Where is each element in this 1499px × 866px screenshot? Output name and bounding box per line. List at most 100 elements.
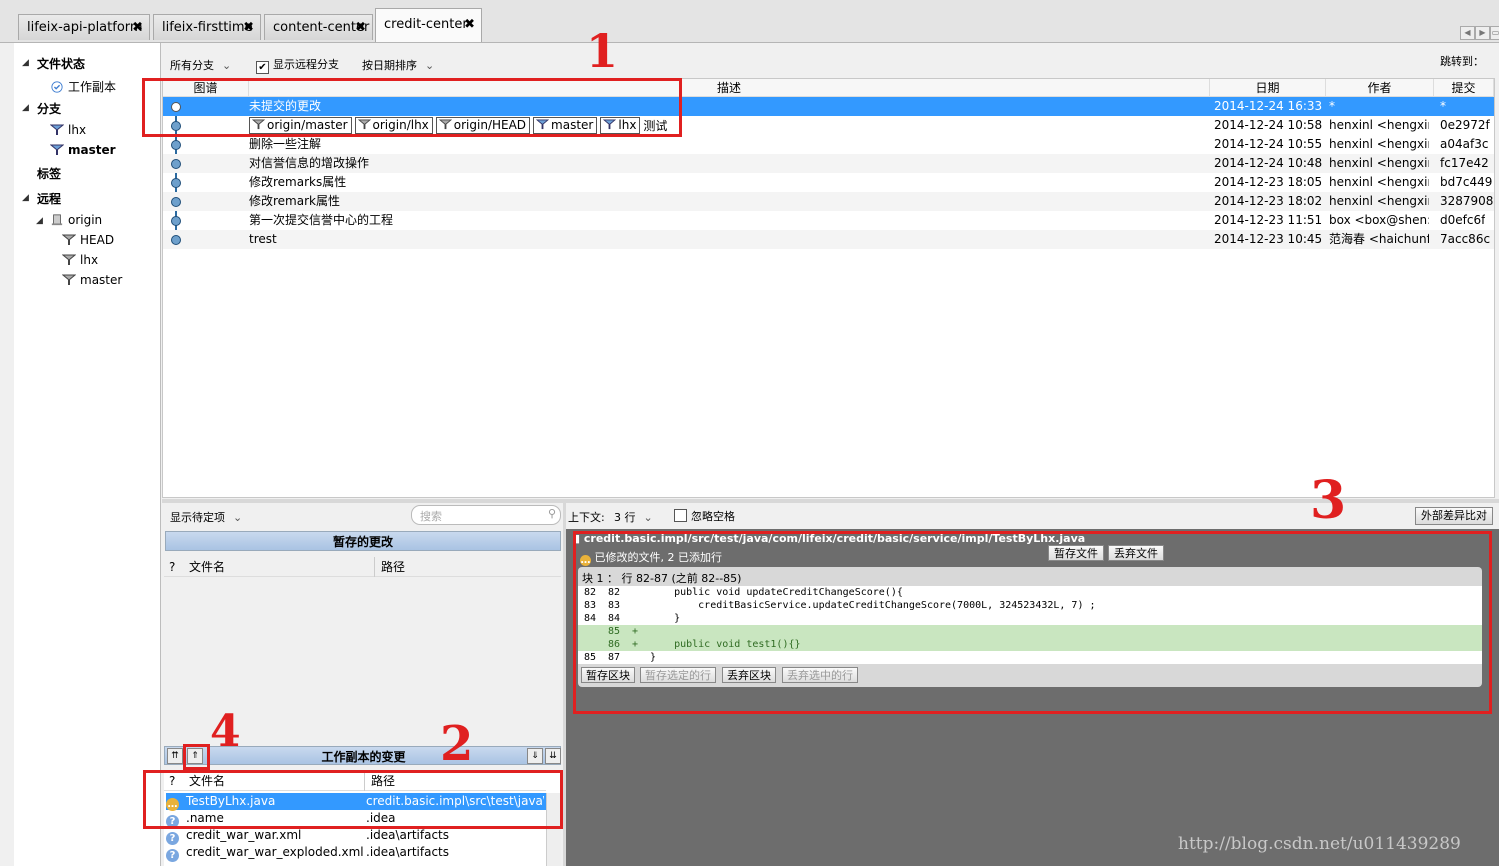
commit-hash: fc17e42 [1440,156,1489,170]
close-icon[interactable]: ✖ [464,9,475,41]
expand-icon[interactable]: ◢ [22,193,29,203]
column-header-date[interactable]: 日期 [1210,79,1326,97]
branch-icon [50,144,64,155]
tab-bar: lifeix-api-platform ✖ lifeix-firsttime ✖ c… [0,0,1499,43]
commit-date: 2014-12-24 10:58 [1214,118,1323,132]
commit-author: box <box@shen: [1329,213,1429,227]
commit-date: 2014-12-24 10:48 [1214,156,1323,170]
file-row[interactable]: ? credit_war_war.xml .idea\artifacts [166,827,546,845]
ignore-whitespace-checkbox[interactable]: 忽略空格 [674,508,735,524]
jump-to-label[interactable]: 跳转到： [1440,53,1484,69]
expand-icon[interactable]: ◢ [36,216,43,226]
checkbox-label: 忽略空格 [691,510,735,523]
external-diff-button[interactable]: 外部差异比对 [1415,507,1493,525]
annotation-box-4 [183,744,210,770]
remote-branch-icon [62,254,76,265]
checkbox-checked-icon: ✔ [256,61,269,74]
search-placeholder: 搜索 [420,510,442,523]
sidebar: ◢ 文件状态 工作副本 ◢ 分支 lhx master 标签 ◢ 远程 ◢ or… [14,43,161,866]
column-header-commit[interactable]: 提交 [1434,79,1494,97]
log-toolbar: 所有分支 ✔ 显示远程分支 按日期排序 跳转到： [162,52,1499,76]
column-header-author[interactable]: 作者 [1326,79,1434,97]
close-icon[interactable]: ✖ [132,15,143,41]
sidebar-item-remote-master[interactable]: master [62,273,122,287]
commit-hash: * [1440,99,1446,113]
expand-icon[interactable]: ◢ [22,58,29,68]
tab-credit-center[interactable]: credit-center ✖ [375,8,482,42]
close-icon[interactable]: ✖ [243,15,254,41]
tab-lifeix-api-platform[interactable]: lifeix-api-platform ✖ [18,14,150,40]
branch-filter-dropdown[interactable]: 所有分支 [170,57,231,73]
column-header-status[interactable]: ? [169,557,175,577]
sidebar-file-status[interactable]: 文件状态 [37,55,85,72]
file-name: credit_war_war.xml [186,828,302,842]
commit-author: * [1329,99,1335,113]
untracked-file-icon: ? [166,849,179,862]
sidebar-item-remote-head[interactable]: HEAD [62,233,114,247]
diff-toolbar: 上下文: 3 行 忽略空格 外部差异比对 [566,503,1499,529]
expand-icon[interactable]: ◢ [22,103,29,113]
staged-list-header: ? 文件名 路径 [164,557,561,577]
commit-description: 第一次提交信誉中心的工程 [249,213,394,227]
commit-description: trest [249,232,277,246]
sidebar-item-label: 工作副本 [68,80,117,94]
staged-changes-header: 暂存的更改 [165,531,561,551]
file-row[interactable]: ? credit_war_war_exploded.xml .idea\arti… [166,844,546,862]
show-remote-checkbox[interactable]: ✔ 显示远程分支 [256,56,339,74]
file-path: .idea\artifacts [366,828,450,842]
commit-description: 对信誉信息的增改操作 [249,156,370,170]
unstage-selected-icon[interactable]: ⇓ [527,748,543,764]
unstage-all-icon[interactable]: ⇊ [545,748,561,764]
context-dropdown[interactable]: 3 行 [614,509,653,525]
checkbox-label: 显示远程分支 [273,58,339,71]
checkbox-unchecked-icon [674,509,687,522]
sidebar-item-working-copy[interactable]: 工作副本 [50,78,116,95]
branch-icon [50,124,64,135]
sidebar-item-origin[interactable]: origin [50,213,102,227]
commit-date: 2014-12-24 16:33 [1214,99,1323,113]
sidebar-tags[interactable]: 标签 [37,165,61,182]
sidebar-branches[interactable]: 分支 [37,100,61,117]
annotation-number-3: 3 [1310,470,1347,531]
annotation-number-2: 2 [440,716,474,772]
sort-dropdown[interactable]: 按日期排序 [362,57,434,73]
commit-row[interactable]: 删除一些注解 2014-12-24 10:55 henxinl <hengxin… [163,135,1494,154]
sidebar-item-branch-master[interactable]: master [50,143,116,157]
file-name: credit_war_war_exploded.xml [186,845,364,859]
search-input[interactable]: 搜索 ⚲ [411,505,561,525]
commit-description: 修改remarks属性 [249,175,347,189]
commit-date: 2014-12-23 11:51 [1214,213,1323,227]
commit-row[interactable]: 对信誉信息的增改操作 2014-12-24 10:48 henxinl <hen… [163,154,1494,173]
commit-row[interactable]: 修改remark属性 2014-12-23 18:02 henxinl <hen… [163,192,1494,211]
commit-description: 修改remark属性 [249,194,340,208]
commit-author: henxinl <hengxin [1329,175,1429,189]
sidebar-item-label: master [80,273,123,287]
commit-log-table: 图谱 描述 日期 作者 提交 未提交的更改 2014-12-24 16:33 *… [162,78,1495,498]
scroll-left-icon[interactable]: ◀ [1460,26,1475,40]
tab-content-center[interactable]: content-center ✖ [264,14,373,40]
commit-row[interactable]: 修改remarks属性 2014-12-23 18:05 henxinl <he… [163,173,1494,192]
column-header-filename[interactable]: 文件名 [189,557,225,577]
sidebar-remotes[interactable]: 远程 [37,190,61,207]
commit-hash: 3287908 [1440,194,1494,208]
show-pending-dropdown[interactable]: 显示待定项 [170,509,242,525]
commit-row[interactable]: 第一次提交信誉中心的工程 2014-12-23 11:51 box <box@s… [163,211,1494,230]
search-icon: ⚲ [547,507,556,520]
tab-lifeix-firsttime[interactable]: lifeix-firsttime ✖ [153,14,261,40]
context-label: 上下文: [568,511,605,524]
commit-description: 删除一些注解 [249,137,322,151]
column-header-path[interactable]: 路径 [374,557,405,577]
tab-list-icon[interactable]: ▭ [1490,26,1499,40]
scroll-right-icon[interactable]: ▶ [1475,26,1490,40]
commit-author: 范海春 <haichunf [1329,232,1429,246]
sidebar-item-label: master [68,143,116,157]
annotation-box-1 [142,78,682,137]
close-icon[interactable]: ✖ [355,15,366,41]
commit-hash: 0e2972f [1440,118,1490,132]
commit-row[interactable]: trest 2014-12-23 10:45 范海春 <haichunf 7ac… [163,230,1494,249]
sidebar-item-branch-lhx[interactable]: lhx [50,123,86,137]
sidebar-item-remote-lhx[interactable]: lhx [62,253,98,267]
commit-date: 2014-12-23 18:02 [1214,194,1323,208]
commit-node-icon [171,178,181,188]
commit-author: henxinl <hengxin [1329,118,1429,132]
